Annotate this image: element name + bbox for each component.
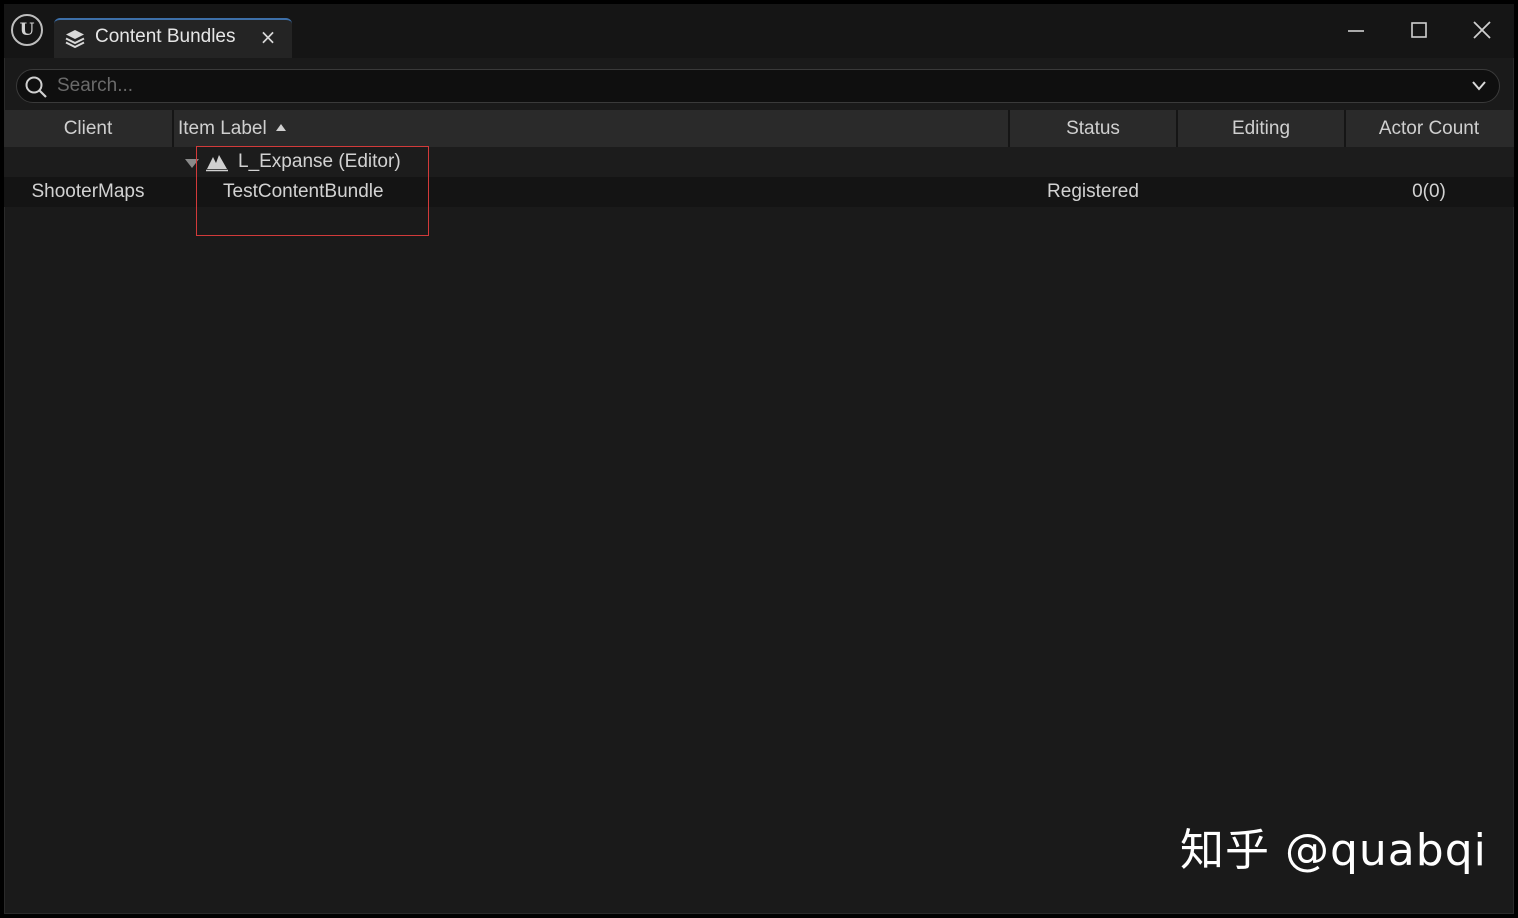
- search-icon: [25, 76, 47, 98]
- cell-editing: [1178, 177, 1344, 207]
- search-bar[interactable]: [16, 69, 1500, 103]
- table-row[interactable]: L_Expanse (Editor): [4, 147, 1514, 177]
- column-header-editing-label: Editing: [1231, 118, 1291, 139]
- column-header-actor-count[interactable]: Actor Count: [1346, 110, 1512, 148]
- column-header-editing[interactable]: Editing: [1178, 110, 1344, 148]
- column-divider[interactable]: [172, 110, 174, 148]
- cell-status: Registered: [1047, 181, 1139, 202]
- cell-actor-count: 0(0): [1412, 181, 1446, 202]
- maximize-icon: [1411, 22, 1427, 38]
- maximize-button[interactable]: [1399, 12, 1439, 48]
- content-bundles-stack-icon: [65, 30, 85, 49]
- close-icon: [1473, 21, 1491, 39]
- title-bar[interactable]: U Content Bundles ×: [4, 4, 1514, 58]
- chevron-down-icon[interactable]: [1471, 79, 1487, 93]
- tab-title: Content Bundles: [95, 26, 236, 47]
- cell-status: [1010, 147, 1176, 177]
- minimize-button[interactable]: [1336, 12, 1376, 48]
- column-header-item-label-text: Item Label: [178, 118, 267, 139]
- cell-client: ShooterMaps: [31, 181, 145, 202]
- cell-client: [4, 147, 172, 177]
- unreal-logo-icon[interactable]: U: [11, 14, 43, 46]
- column-header-client[interactable]: Client: [4, 110, 172, 148]
- cell-item-label: L_Expanse (Editor): [238, 151, 401, 172]
- table-row[interactable]: ShooterMaps TestContentBundle Registered…: [4, 177, 1514, 207]
- sort-ascending-icon: [275, 124, 286, 131]
- column-header-status-label: Status: [1066, 118, 1120, 139]
- cell-actor-count: [1346, 147, 1512, 177]
- minimize-icon: [1348, 30, 1364, 32]
- column-header-actor-count-label: Actor Count: [1378, 118, 1480, 139]
- level-icon: [206, 155, 228, 172]
- expand-arrow-icon[interactable]: [185, 159, 199, 168]
- column-header-status[interactable]: Status: [1010, 110, 1176, 148]
- close-button[interactable]: [1462, 12, 1502, 48]
- cell-item-label: TestContentBundle: [223, 181, 384, 202]
- content-bundles-window: U Content Bundles × Search... Client Ite…: [4, 4, 1514, 914]
- watermark: 知乎 @quabqi: [1180, 825, 1487, 876]
- cell-editing: [1178, 147, 1344, 177]
- search-input[interactable]: [57, 72, 1437, 100]
- column-header-client-label: Client: [63, 118, 113, 139]
- column-header-item-label[interactable]: Item Label: [178, 110, 1008, 148]
- tab-close-button[interactable]: ×: [258, 25, 278, 49]
- tab-content-bundles[interactable]: Content Bundles ×: [54, 18, 292, 58]
- table-header: Client Item Label Status Editing Actor C…: [4, 110, 1514, 148]
